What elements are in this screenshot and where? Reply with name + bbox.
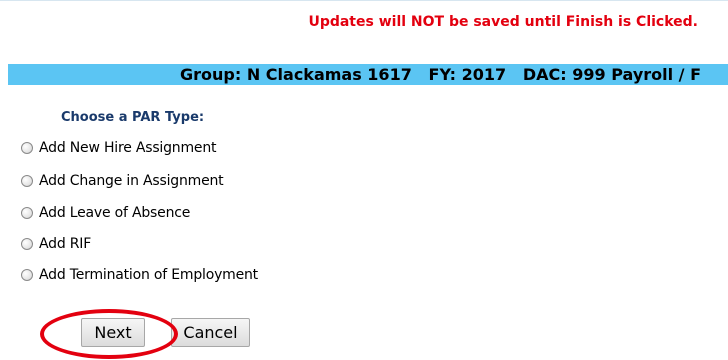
par-type-heading: Choose a PAR Type: [61, 110, 205, 125]
option-label: Add RIF [39, 236, 92, 252]
par-option-termination[interactable]: Add Termination of Employment [21, 266, 258, 284]
option-label: Add Leave of Absence [39, 205, 191, 221]
par-option-rif[interactable]: Add RIF [21, 235, 91, 253]
par-option-change-assignment[interactable]: Add Change in Assignment [21, 172, 224, 190]
radio-button[interactable] [21, 238, 33, 250]
cancel-button[interactable]: Cancel [171, 318, 250, 347]
context-header-bar: Group: N Clackamas 1617 FY: 2017 DAC: 99… [8, 64, 728, 85]
top-divider [0, 0, 728, 1]
par-option-new-hire[interactable]: Add New Hire Assignment [21, 139, 217, 157]
option-label: Add Change in Assignment [39, 173, 224, 189]
par-option-leave-of-absence[interactable]: Add Leave of Absence [21, 204, 190, 222]
next-button[interactable]: Next [81, 318, 145, 347]
unsaved-warning: Updates will NOT be saved until Finish i… [308, 14, 698, 30]
radio-button[interactable] [21, 175, 33, 187]
radio-button[interactable] [21, 207, 33, 219]
option-label: Add Termination of Employment [39, 267, 258, 283]
option-label: Add New Hire Assignment [39, 140, 217, 156]
radio-button[interactable] [21, 269, 33, 281]
context-header-text: Group: N Clackamas 1617 FY: 2017 DAC: 99… [180, 65, 702, 84]
radio-button[interactable] [21, 142, 33, 154]
